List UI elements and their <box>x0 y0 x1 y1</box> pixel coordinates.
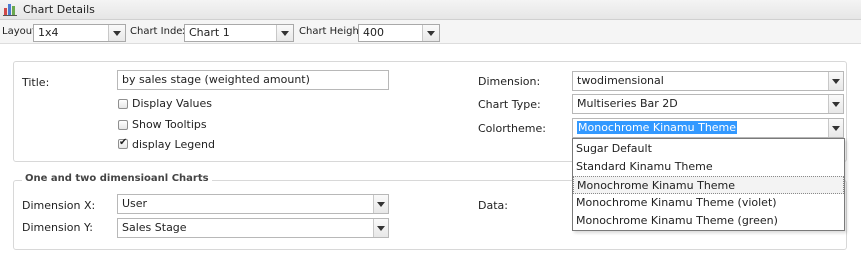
header-title: Chart Details <box>23 3 95 16</box>
display-legend-checkbox[interactable] <box>118 137 128 149</box>
chart-index-label: Chart Index <box>130 26 189 37</box>
chart-type-select[interactable]: Multiseries Bar 2D <box>572 94 844 114</box>
dimension-select[interactable]: twodimensional <box>572 71 844 91</box>
colortheme-select[interactable]: Monochrome Kinamu Theme <box>572 118 844 138</box>
chevron-down-icon[interactable] <box>373 195 388 213</box>
dimension-x-label: Dimension X: <box>22 199 96 212</box>
display-legend-label: display Legend <box>132 138 215 151</box>
dropdown-option[interactable]: Sugar Default <box>573 140 844 158</box>
dimension-select-value: twodimensional <box>577 74 664 87</box>
chevron-down-icon[interactable] <box>108 25 125 41</box>
colortheme-select-value: Monochrome Kinamu Theme <box>577 121 738 134</box>
dimension-label: Dimension: <box>478 75 541 88</box>
chevron-down-icon[interactable] <box>373 219 388 237</box>
chart-type-label: Chart Type: <box>478 98 541 111</box>
title-label: Title: <box>22 76 50 89</box>
dimension-x-select-value: User <box>122 197 148 210</box>
colortheme-label: Colortheme: <box>478 122 546 135</box>
data-label: Data: <box>478 199 508 212</box>
show-tooltips-checkbox[interactable] <box>118 120 128 130</box>
dimension-x-select[interactable]: User <box>117 194 389 214</box>
chart-height-select[interactable]: 400 <box>358 24 440 42</box>
title-input[interactable]: by sales stage (weighted amount) <box>117 70 389 90</box>
dropdown-option[interactable]: Monochrome Kinamu Theme (green) <box>573 212 844 230</box>
window-header <box>0 0 861 20</box>
layout-label: Layout <box>2 26 36 37</box>
chevron-down-icon[interactable] <box>276 25 293 41</box>
chart-height-select-value: 400 <box>363 26 384 39</box>
chevron-down-icon[interactable] <box>828 95 843 113</box>
chart-index-select[interactable]: Chart 1 <box>184 24 294 42</box>
dropdown-option[interactable]: Monochrome Kinamu Theme (violet) <box>573 194 844 212</box>
dropdown-option[interactable]: Standard Kinamu Theme <box>573 158 844 176</box>
chart-height-label: Chart Height <box>299 26 363 37</box>
dropdown-option-selected[interactable]: Monochrome Kinamu Theme <box>573 176 844 194</box>
dimension-y-select[interactable]: Sales Stage <box>117 218 389 238</box>
colortheme-dropdown-list: Sugar Default Standard Kinamu Theme Mono… <box>572 138 845 231</box>
display-values-label: Display Values <box>132 97 212 110</box>
show-tooltips-label: Show Tooltips <box>132 118 207 131</box>
bar-chart-icon <box>3 4 17 16</box>
dimension-y-select-value: Sales Stage <box>122 221 187 234</box>
display-values-checkbox[interactable] <box>118 99 128 109</box>
dimension-y-label: Dimension Y: <box>22 221 93 234</box>
chevron-down-icon[interactable] <box>422 25 439 41</box>
dimension-charts-legend: One and two dimensioanl Charts <box>22 173 212 184</box>
chevron-down-icon[interactable] <box>828 72 843 90</box>
chart-index-select-value: Chart 1 <box>189 26 230 39</box>
layout-select-value: 1x4 <box>38 26 59 39</box>
chart-type-select-value: Multiseries Bar 2D <box>577 97 678 110</box>
chevron-down-icon[interactable] <box>828 119 843 137</box>
layout-select[interactable]: 1x4 <box>33 24 126 42</box>
